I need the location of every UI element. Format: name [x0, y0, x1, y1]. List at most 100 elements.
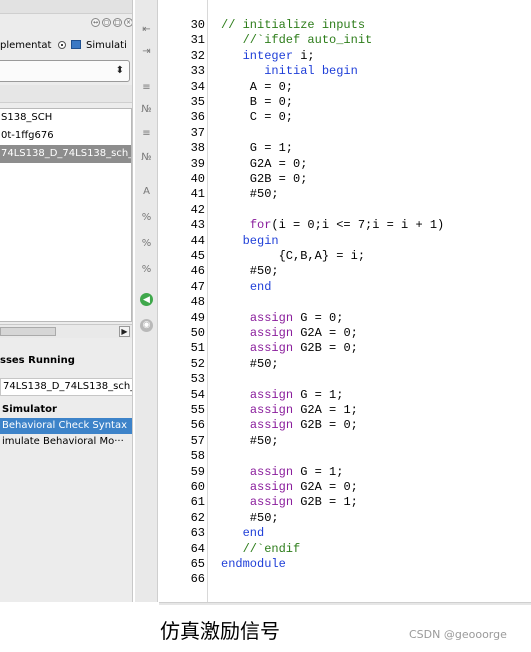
close-icon[interactable]: ×	[124, 18, 132, 27]
code-token: {C,B,A} = i;	[221, 249, 366, 263]
code-token: G = 1;	[293, 387, 344, 402]
code-line[interactable]: A = 0;	[221, 80, 293, 95]
line-number: 53	[190, 372, 205, 387]
find-icon[interactable]: A	[139, 184, 154, 199]
code-line[interactable]: assign G2A = 0;	[221, 326, 358, 341]
view-simulation-label[interactable]: Simulati	[86, 40, 127, 51]
panel-top-strip	[0, 0, 132, 14]
process-item[interactable]: Simulator	[0, 402, 132, 418]
code-line[interactable]: assign G2B = 0;	[221, 418, 358, 433]
line-number: 51	[190, 341, 205, 356]
code-line[interactable]: for(i = 0;i <= 7;i = i + 1)	[221, 218, 444, 233]
editor-bottom-scrollbar[interactable]	[159, 602, 531, 605]
line-number: 33	[190, 64, 205, 79]
code-line[interactable]: // initialize inputs	[221, 18, 365, 33]
list-icon[interactable]: ≡	[139, 80, 154, 95]
simulation-icon	[70, 40, 81, 49]
line-number: 60	[190, 480, 205, 494]
line-number: 48	[190, 295, 205, 310]
code-line[interactable]: #50;	[221, 264, 279, 279]
uncomment-icon[interactable]: %	[139, 236, 154, 251]
code-line[interactable]: G2A = 0;	[221, 156, 308, 172]
line-number-icon[interactable]: №	[139, 102, 154, 117]
code-token: endmodule	[221, 557, 286, 571]
code-token: G = 0;	[293, 310, 344, 325]
figure-caption: 仿真激励信号	[160, 619, 280, 643]
code-token: assign	[249, 480, 294, 494]
line-number: 41	[190, 187, 205, 202]
code-line[interactable]: #50;	[221, 357, 279, 372]
float-icon[interactable]: ▢	[102, 18, 111, 27]
tree-item[interactable]: 0t-1ffg676	[0, 127, 131, 145]
line-number: 55	[190, 403, 205, 417]
code-line[interactable]: {C,B,A} = i;	[221, 249, 365, 264]
code-line[interactable]: assign G = 0;	[221, 310, 344, 326]
toggle-comment-icon[interactable]: %	[139, 262, 154, 277]
code-token: #50;	[221, 356, 279, 371]
line-number: 56	[190, 418, 205, 433]
code-line[interactable]: B = 0;	[221, 95, 293, 110]
code-line[interactable]: assign G2A = 1;	[221, 403, 358, 418]
maximize-icon[interactable]: □	[113, 18, 122, 27]
indent-icon[interactable]: ⇤	[139, 22, 154, 37]
code-line[interactable]: assign G2B = 1;	[221, 495, 358, 510]
code-line[interactable]: initial begin	[221, 64, 358, 79]
process-item[interactable]: Behavioral Check Syntax	[0, 418, 132, 434]
code-line[interactable]: endmodule	[221, 557, 286, 572]
tree-item[interactable]: S138_SCH	[0, 109, 131, 127]
code-token: i;	[293, 48, 315, 63]
code-line[interactable]: end	[221, 280, 272, 295]
code-token: G2B = 0;	[293, 418, 358, 433]
view-implementation-label[interactable]: plementat	[0, 40, 51, 51]
stop-icon[interactable]: ◉	[140, 319, 153, 332]
code-line[interactable]: //`endif	[221, 542, 301, 557]
code-token: //`ifdef auto_init	[221, 33, 373, 48]
code-token: assign	[249, 464, 294, 479]
code-line[interactable]: G = 1;	[221, 141, 293, 156]
line-number: 58	[190, 449, 205, 464]
simulation-mode-select[interactable]: ⬍	[0, 60, 130, 82]
code-line[interactable]: #50;	[221, 434, 279, 449]
line-number: 59	[190, 464, 205, 479]
code-line[interactable]: G2B = 0;	[221, 172, 308, 187]
code-line[interactable]: //`ifdef auto_init	[221, 33, 373, 48]
code-line[interactable]: assign G = 1;	[221, 464, 344, 480]
line-number: 50	[190, 326, 205, 340]
code-line[interactable]: #50;	[221, 511, 279, 526]
scroll-right-icon[interactable]: ▶	[119, 326, 130, 337]
code-line[interactable]: integer i;	[221, 49, 315, 64]
restore-icon[interactable]: ↔	[91, 18, 100, 27]
code-editor[interactable]: 30 31 32 33 34 35 36 37 38 39 40 41 42 43 44 45 46 47 48 49…	[159, 0, 531, 602]
line-number: 47	[190, 279, 205, 294]
comment-icon[interactable]: %	[139, 210, 154, 225]
code-line[interactable]: assign G = 1;	[221, 387, 344, 403]
code-line[interactable]: end	[221, 526, 265, 541]
view-simulation-radio[interactable]	[57, 41, 66, 49]
watermark: CSDN @geooorge	[409, 628, 507, 641]
insert-template-icon[interactable]: ≡	[139, 126, 154, 141]
run-icon[interactable]: ◀	[140, 293, 153, 306]
code-token: #50;	[221, 510, 279, 525]
code-line[interactable]: #50;	[221, 187, 279, 202]
processes-source-item[interactable]: 74LS138_D_74LS138_sch_	[0, 378, 132, 396]
process-item[interactable]: imulate Behavioral Mo···	[0, 434, 132, 450]
code-token: assign	[249, 341, 294, 356]
scrollbar-thumb[interactable]	[0, 327, 56, 336]
code-line[interactable]: assign G2B = 0;	[221, 341, 358, 356]
code-line[interactable]: begin	[221, 234, 279, 249]
line-number: 36	[190, 110, 205, 125]
code-token: G2A = 0;	[221, 156, 308, 171]
code-line[interactable]: C = 0;	[221, 110, 293, 125]
code-token: assign	[249, 418, 294, 433]
code-line[interactable]: assign G2A = 0;	[221, 480, 358, 495]
unindent-icon[interactable]: ⇥	[139, 44, 154, 59]
tree-item[interactable]: 74LS138_D_74LS138_sch_t	[0, 145, 131, 163]
code-token: G2A = 0;	[293, 326, 358, 340]
goto-line-icon[interactable]: №	[139, 150, 154, 165]
line-number: 66	[190, 572, 205, 587]
tree-horizontal-scrollbar[interactable]: ▶	[0, 324, 132, 338]
code-token: #50;	[221, 187, 279, 202]
